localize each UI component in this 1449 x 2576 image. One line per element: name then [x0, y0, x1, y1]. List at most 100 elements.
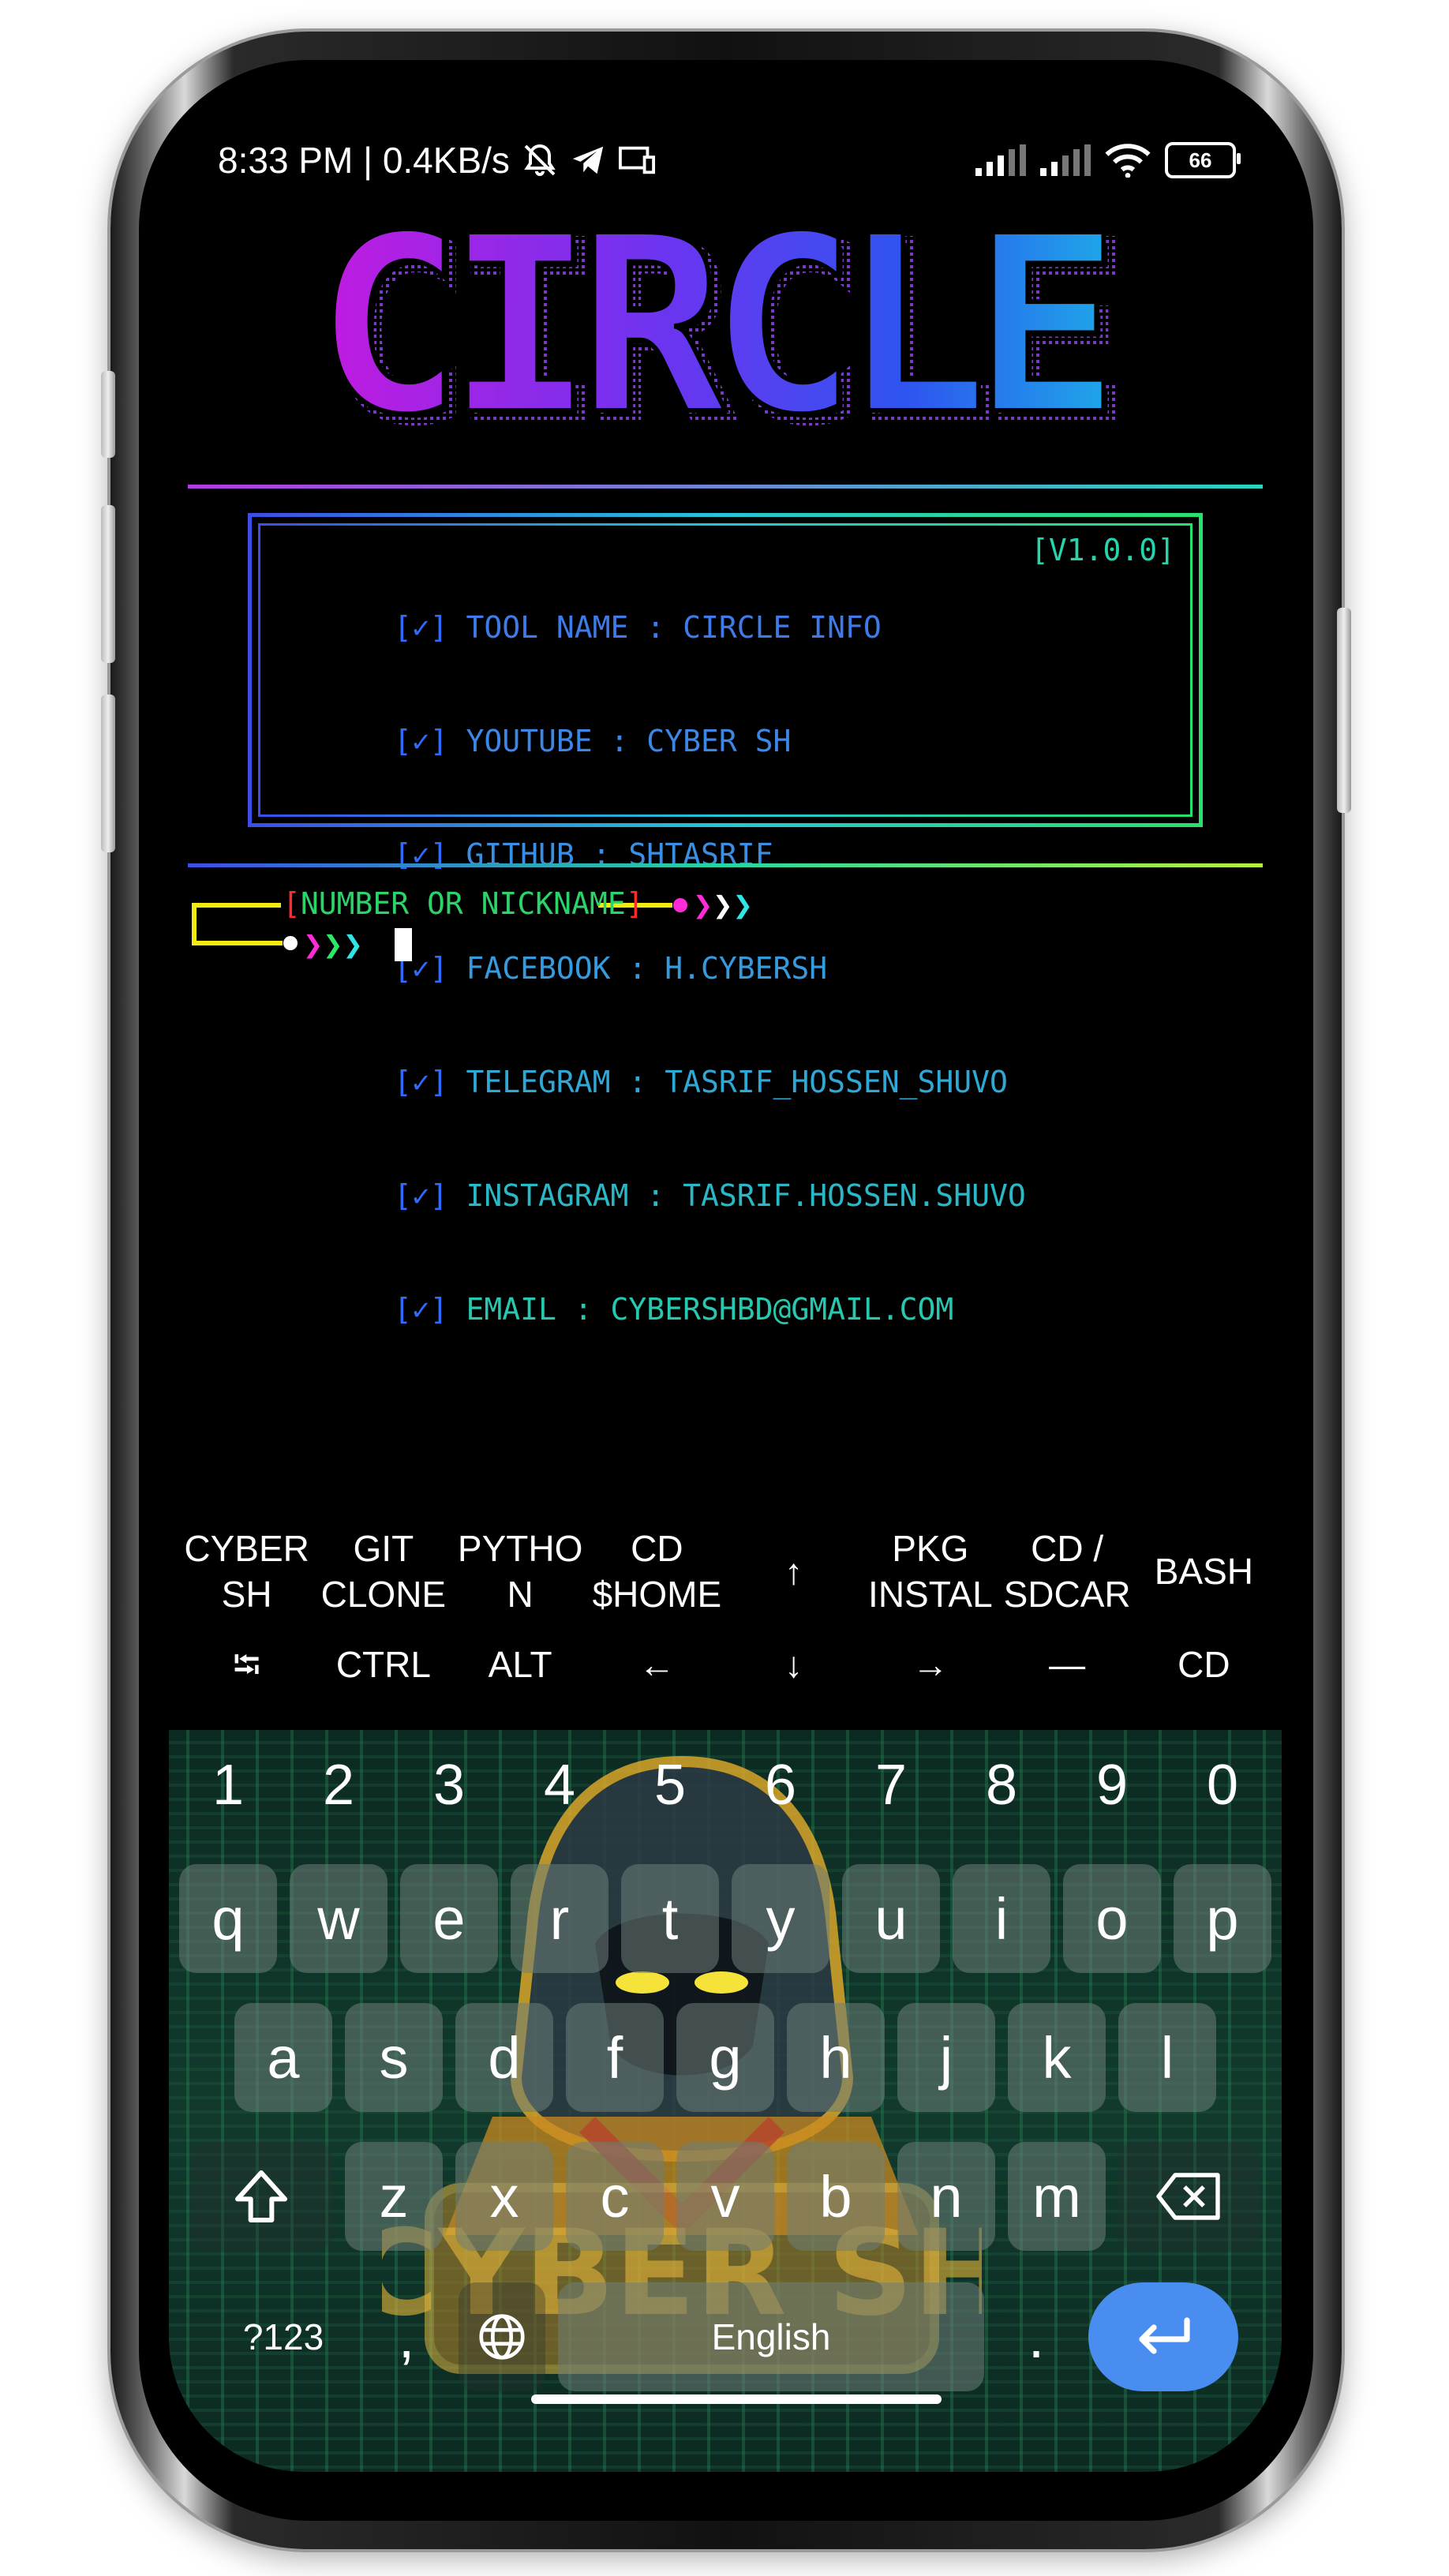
key-a[interactable]: a: [234, 2003, 332, 2112]
key-f[interactable]: f: [566, 2003, 664, 2112]
status-bar: 8:33 PM | 0.4KB/s 66: [218, 133, 1241, 188]
key-5[interactable]: 5: [621, 1738, 719, 1833]
key-b[interactable]: b: [787, 2142, 885, 2251]
key-8[interactable]: 8: [953, 1738, 1050, 1833]
logo-text: CIRCLE: [315, 221, 1106, 458]
enter-key[interactable]: [1088, 2282, 1238, 2391]
key-v[interactable]: v: [676, 2142, 774, 2251]
extra-keys-bar: CYBER SH GIT CLONE PYTHO N CD $HOME ↑ PK…: [178, 1525, 1272, 1714]
key-g[interactable]: g: [676, 2003, 774, 2112]
comma-key[interactable]: ,: [367, 2282, 446, 2391]
text-cursor: [395, 928, 412, 961]
key-s[interactable]: s: [345, 2003, 443, 2112]
space-key[interactable]: English: [558, 2282, 984, 2391]
extra-keys-row-2: ⭾ CTRL ALT ← ↓ → — CD: [178, 1618, 1272, 1711]
prompt-label-text: NUMBER OR NICKNAME: [300, 886, 626, 921]
key-y[interactable]: y: [732, 1864, 829, 1973]
check-icon: [✓]: [394, 1178, 448, 1213]
signal-sim1-icon: [975, 144, 1026, 176]
signal-sim2-icon: [1040, 144, 1091, 176]
key-ctrl[interactable]: CTRL: [315, 1618, 451, 1711]
info-line-youtube: [✓] YOUTUBE : CYBER SH: [394, 724, 792, 758]
keyboard-row-a: a s d f g h j k l: [169, 2003, 1282, 2112]
key-w[interactable]: w: [290, 1864, 388, 1973]
key-alt[interactable]: ALT: [452, 1618, 589, 1711]
side-button-top: [101, 371, 115, 458]
key-n[interactable]: n: [897, 2142, 995, 2251]
key-r[interactable]: r: [511, 1864, 608, 1973]
key-cyber-sh[interactable]: CYBER SH: [178, 1525, 315, 1618]
info-line-email: [✓] EMAIL : CYBERSHBD@GMAIL.COM: [394, 1292, 954, 1327]
key-arrow-left[interactable]: ←: [589, 1618, 725, 1711]
key-python[interactable]: PYTHO N: [452, 1525, 589, 1618]
key-tab[interactable]: ⭾: [178, 1618, 315, 1711]
key-d[interactable]: d: [455, 2003, 553, 2112]
telegram-icon: [572, 146, 604, 174]
key-p[interactable]: p: [1174, 1864, 1271, 1973]
backspace-key[interactable]: [1118, 2142, 1260, 2251]
key-m[interactable]: m: [1008, 2142, 1106, 2251]
key-x[interactable]: x: [455, 2142, 553, 2251]
prompt-arrows-bottom: ❯❯❯: [303, 925, 363, 964]
key-6[interactable]: 6: [732, 1738, 829, 1833]
key-l[interactable]: l: [1118, 2003, 1216, 2112]
mute-bell-icon: [524, 144, 556, 176]
key-3[interactable]: 3: [400, 1738, 498, 1833]
language-key[interactable]: [459, 2282, 545, 2391]
home-indicator[interactable]: [531, 2394, 942, 2404]
period-key[interactable]: .: [997, 2282, 1076, 2391]
key-7[interactable]: 7: [842, 1738, 940, 1833]
divider-top: [188, 485, 1263, 489]
key-dash[interactable]: —: [999, 1618, 1136, 1711]
key-cd[interactable]: CD: [1136, 1618, 1272, 1711]
prompt-label: [NUMBER OR NICKNAME]: [283, 886, 644, 921]
key-arrow-up[interactable]: ↑: [725, 1525, 862, 1618]
globe-icon: [479, 2314, 525, 2360]
divider-bottom: [188, 863, 1263, 867]
check-icon: [✓]: [394, 610, 448, 645]
extra-keys-row-1: CYBER SH GIT CLONE PYTHO N CD $HOME ↑ PK…: [178, 1525, 1272, 1618]
key-j[interactable]: j: [897, 2003, 995, 2112]
info-line-tool-name: [✓] TOOL NAME : CIRCLE INFO: [394, 610, 882, 645]
key-e[interactable]: e: [400, 1864, 498, 1973]
key-c[interactable]: c: [566, 2142, 664, 2251]
keyboard-row-numbers: 1 2 3 4 5 6 7 8 9 0: [169, 1738, 1282, 1833]
status-right: 66: [975, 142, 1241, 178]
key-2[interactable]: 2: [290, 1738, 388, 1833]
enter-arrow-icon: [1139, 2317, 1190, 2354]
key-0[interactable]: 0: [1174, 1738, 1271, 1833]
key-t[interactable]: t: [621, 1864, 719, 1973]
keyboard-row-q: q w e r t y u i o p: [169, 1864, 1282, 1973]
key-git-clone[interactable]: GIT CLONE: [315, 1525, 451, 1618]
info-line-telegram: [✓] TELEGRAM : TASRIF_HOSSEN_SHUVO: [394, 1065, 1008, 1099]
key-cd-home[interactable]: CD $HOME: [589, 1525, 725, 1618]
wifi-icon: [1105, 144, 1151, 178]
key-h[interactable]: h: [787, 2003, 885, 2112]
prompt-arrows-top: ❯❯❯: [693, 886, 753, 924]
key-o[interactable]: o: [1063, 1864, 1161, 1973]
side-button-volume-down: [101, 695, 115, 852]
key-q[interactable]: q: [179, 1864, 277, 1973]
key-arrow-right[interactable]: →: [862, 1618, 998, 1711]
key-z[interactable]: z: [345, 2142, 443, 2251]
key-9[interactable]: 9: [1063, 1738, 1161, 1833]
key-4[interactable]: 4: [511, 1738, 608, 1833]
input-prompt[interactable]: [NUMBER OR NICKNAME] ❯❯❯ ❯❯❯: [188, 884, 898, 979]
key-k[interactable]: k: [1008, 2003, 1106, 2112]
key-cd-sdcard[interactable]: CD / SDCAR: [999, 1525, 1136, 1618]
key-pkg-install[interactable]: PKG INSTAL: [862, 1525, 998, 1618]
shift-arrow-icon: [235, 2170, 287, 2222]
cast-screen-icon: [618, 146, 655, 174]
check-icon: [✓]: [394, 1292, 448, 1327]
symbols-key[interactable]: ?123: [212, 2282, 354, 2391]
key-u[interactable]: u: [842, 1864, 940, 1973]
backspace-icon: [1156, 2173, 1220, 2220]
shift-key[interactable]: [190, 2142, 332, 2251]
key-bash[interactable]: BASH: [1136, 1525, 1272, 1618]
key-1[interactable]: 1: [179, 1738, 277, 1833]
key-i[interactable]: i: [953, 1864, 1050, 1973]
battery-level: 66: [1189, 148, 1212, 172]
info-line-instagram: [✓] INSTAGRAM : TASRIF.HOSSEN.SHUVO: [394, 1178, 1026, 1213]
key-arrow-down[interactable]: ↓: [725, 1618, 862, 1711]
version-label: [V1.0.0]: [1030, 533, 1175, 567]
